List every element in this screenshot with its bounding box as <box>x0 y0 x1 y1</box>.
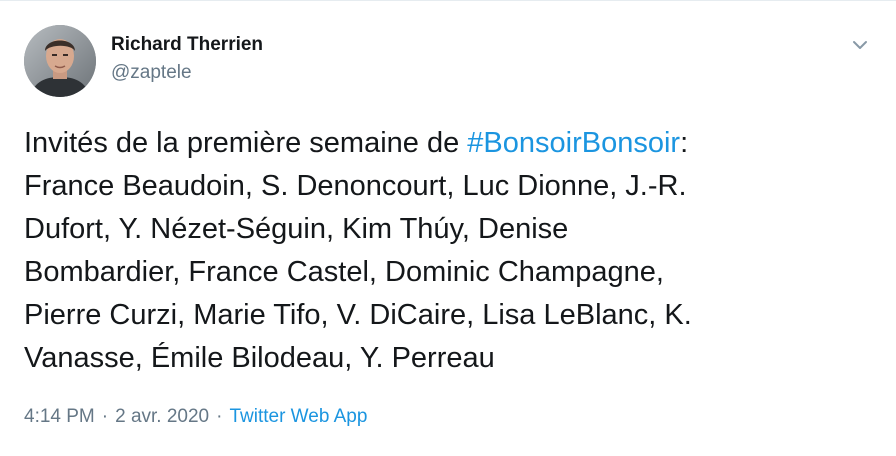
author-handle[interactable]: @zaptele <box>111 62 192 84</box>
tweet-text: Invités de la première semaine de #Bonso… <box>24 122 872 380</box>
meta-separator: · <box>216 406 223 427</box>
tweet-source-link[interactable]: Twitter Web App <box>229 406 367 427</box>
tweet-line: Dufort, Y. Nézet-Séguin, Kim Thúy, Denis… <box>24 213 569 245</box>
author-display-name[interactable]: Richard Therrien <box>111 34 263 56</box>
tweet-date[interactable]: 2 avr. 2020 <box>115 406 209 427</box>
tweet-line: Vanasse, Émile Bilodeau, Y. Perreau <box>24 342 495 374</box>
tweet-line: Pierre Curzi, Marie Tifo, V. DiCaire, Li… <box>24 299 692 331</box>
hashtag-link[interactable]: #BonsoirBonsoir <box>467 127 680 159</box>
tweet-text-segment: Invités de la première semaine de <box>24 127 468 159</box>
meta-separator: · <box>101 406 109 427</box>
tweet-card: Richard Therrien @zaptele Invités de la … <box>0 0 896 456</box>
tweet-text-segment: : <box>680 127 689 159</box>
chevron-down-icon[interactable] <box>848 35 872 55</box>
tweet-metadata: 4:14 PM · 2 avr. 2020 · Twitter Web App <box>24 406 367 428</box>
tweet-line: Bombardier, France Castel, Dominic Champ… <box>24 256 664 288</box>
tweet-line: France Beaudoin, S. Denoncourt, Luc Dion… <box>24 170 687 202</box>
tweet-line: Invités de la première semaine de #Bonso… <box>24 122 872 165</box>
avatar[interactable] <box>24 25 96 97</box>
person-portrait-avatar <box>24 25 96 97</box>
tweet-time[interactable]: 4:14 PM <box>24 406 95 427</box>
